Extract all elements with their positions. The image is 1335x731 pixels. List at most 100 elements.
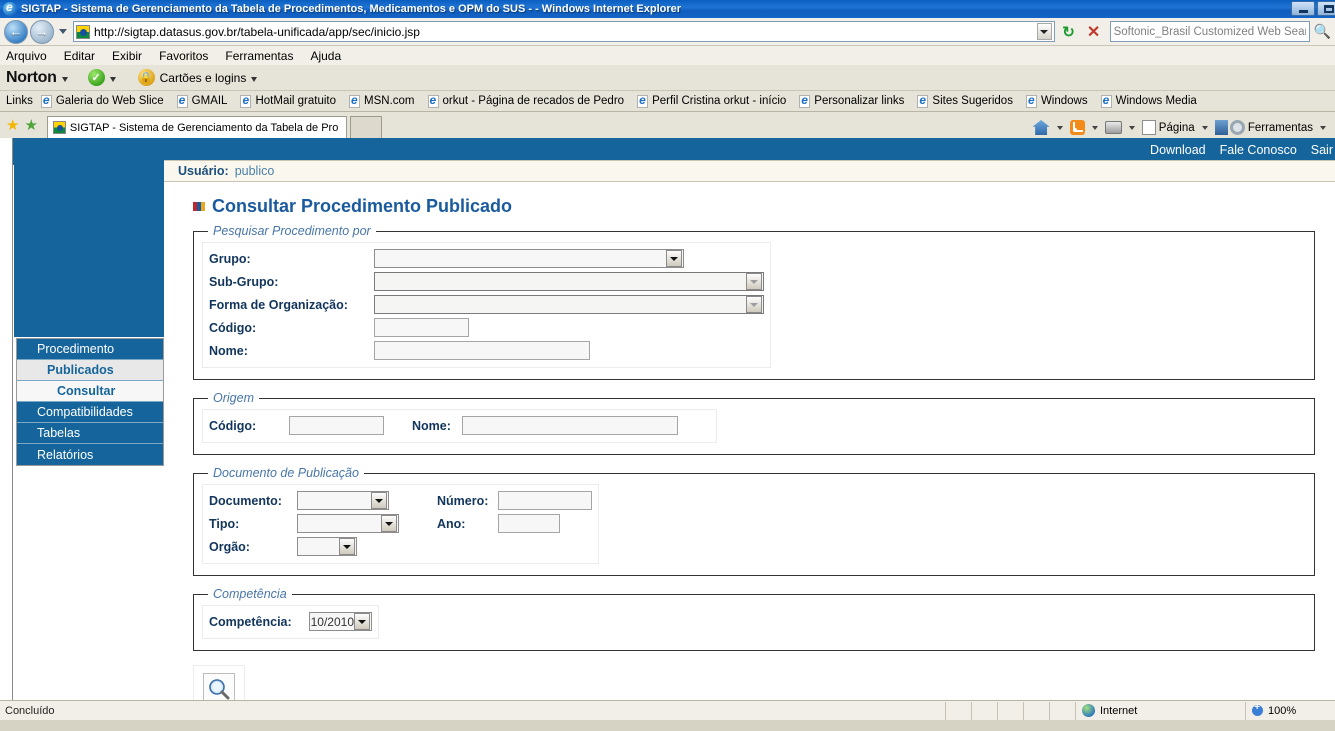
sidebar-item-publicados[interactable]: Publicados <box>17 360 163 381</box>
zoom-control[interactable]: 100% <box>1245 701 1335 720</box>
tab-sigtap[interactable]: SIGTAP - Sistema de Gerenciamento da Tab… <box>46 116 347 138</box>
site-favicon-icon <box>76 24 90 39</box>
tools-chevron-down-icon[interactable] <box>1320 125 1326 130</box>
gear-icon[interactable]: Ferramentas <box>1229 120 1313 135</box>
origem-nome-input[interactable] <box>462 416 678 435</box>
sidebar-item-consultar[interactable]: Consultar <box>17 381 163 402</box>
forma-organizacao-select[interactable] <box>374 295 764 314</box>
norton-toolbar: Norton ✓ 🔒 Cartões e logins <box>0 65 1335 91</box>
sidebar-background <box>14 138 164 337</box>
user-value: publico <box>234 164 275 178</box>
link-windows[interactable]: Windows <box>1025 93 1088 108</box>
title-marker-icon <box>193 202 205 211</box>
link-galeria-web-slice[interactable]: Galeria do Web Slice <box>40 93 164 108</box>
page-menu-button[interactable]: Página <box>1141 120 1195 135</box>
links-bar: Links Galeria do Web Slice GMAIL HotMail… <box>0 91 1335 112</box>
star-icon[interactable]: ★ <box>6 116 19 134</box>
status-cell <box>1049 701 1075 720</box>
menu-item-arquivo[interactable]: Arquivo <box>6 49 47 63</box>
chevron-down-icon[interactable] <box>381 515 397 532</box>
status-cell <box>1023 701 1049 720</box>
norton-logo[interactable]: Norton <box>6 69 57 87</box>
print-icon[interactable] <box>1104 121 1122 134</box>
documento-publicacao-inner: Documento: Número: Tipo: Ano: Orgão: <box>202 484 600 564</box>
search-icon[interactable]: 🔍 <box>1314 23 1331 40</box>
chevron-down-icon[interactable] <box>354 613 370 630</box>
chevron-down-icon[interactable] <box>339 538 355 555</box>
forward-arrow-icon[interactable]: → <box>30 19 54 44</box>
codigo-input[interactable] <box>374 318 469 337</box>
rss-chevron-down-icon[interactable] <box>1091 125 1098 130</box>
status-bar-right: Internet 100% <box>945 701 1335 720</box>
print-chevron-down-icon[interactable] <box>1128 125 1135 130</box>
documento-publicacao-legend: Documento de Publicação <box>208 466 364 480</box>
link-windows-media[interactable]: Windows Media <box>1100 93 1197 108</box>
menu-item-favoritos[interactable]: Favoritos <box>159 49 208 63</box>
ano-input[interactable] <box>498 514 561 533</box>
new-tab-button[interactable] <box>349 116 382 138</box>
url-input[interactable]: http://sigtap.datasus.gov.br/tabela-unif… <box>73 21 1055 42</box>
menu-item-ferramentas[interactable]: Ferramentas <box>225 49 293 63</box>
documento-select[interactable] <box>297 491 389 510</box>
origem-codigo-input[interactable] <box>289 416 384 435</box>
link-sites-sugeridos[interactable]: Sites Sugeridos <box>917 93 1013 108</box>
grupo-select[interactable] <box>374 249 684 268</box>
menu-item-exibir[interactable]: Exibir <box>112 49 142 63</box>
home-icon[interactable] <box>1032 120 1050 135</box>
site-favicon-icon <box>52 121 66 134</box>
safety-icon[interactable] <box>1214 120 1228 135</box>
chevron-down-icon[interactable] <box>746 296 762 313</box>
home-chevron-down-icon[interactable] <box>1056 125 1063 130</box>
codigo-label: Código: <box>209 320 257 335</box>
sidebar-item-label: Tabelas <box>37 426 81 440</box>
nome-input[interactable] <box>374 341 590 360</box>
green-check-icon[interactable]: ✓ <box>87 69 105 86</box>
numero-input[interactable] <box>498 491 593 510</box>
orgao-select[interactable] <box>297 537 357 556</box>
subgrupo-select[interactable] <box>374 272 764 291</box>
stop-icon[interactable]: ✕ <box>1083 21 1105 43</box>
refresh-icon[interactable]: ↻ <box>1058 21 1080 43</box>
search-button[interactable] <box>203 673 235 700</box>
chevron-down-icon[interactable] <box>746 273 762 290</box>
link-hotmail[interactable]: HotMail gratuito <box>240 93 336 108</box>
competencia-inner: Competência: 10/2010 <box>202 605 379 639</box>
page-title: Consultar Procedimento Publicado <box>212 196 513 216</box>
origem-fieldset: Origem Código: Nome: <box>193 391 1315 455</box>
main-content: Usuário: publico Consultar Procedimento … <box>164 138 1335 700</box>
security-zone[interactable]: Internet <box>1075 701 1245 720</box>
menu-item-ajuda[interactable]: Ajuda <box>310 49 341 63</box>
link-personalizar-links[interactable]: Personalizar links <box>799 93 904 108</box>
link-gmail[interactable]: GMAIL <box>176 93 227 108</box>
tipo-select[interactable] <box>297 514 399 533</box>
menu-item-editar[interactable]: Editar <box>64 49 95 63</box>
search-input[interactable]: Softonic_Brasil Customized Web Search <box>1109 21 1310 42</box>
chevron-down-icon[interactable] <box>371 492 387 509</box>
sidebar-item-procedimento[interactable]: Procedimento <box>17 339 163 360</box>
norton-chevron-down-icon[interactable] <box>61 76 68 82</box>
sidebar-item-compatibilidades[interactable]: Compatibilidades <box>17 402 163 423</box>
link-perfil-orkut[interactable]: Perfil Cristina orkut - início <box>637 93 786 108</box>
ie-page-icon <box>637 93 649 108</box>
chevron-down-icon[interactable] <box>666 250 682 267</box>
add-star-icon[interactable]: ★ <box>24 116 37 134</box>
link-msn[interactable]: MSN.com <box>349 93 415 108</box>
page-chevron-down-icon[interactable] <box>1201 125 1208 130</box>
search-button-container <box>193 665 245 700</box>
competencia-select[interactable]: 10/2010 <box>309 612 372 631</box>
maximize-button[interactable] <box>1317 1 1335 16</box>
sidebar-item-tabelas[interactable]: Tabelas <box>17 423 163 444</box>
user-bar: Usuário: publico <box>164 160 1335 182</box>
link-orkut-recados[interactable]: orkut - Página de recados de Pedro <box>427 93 624 108</box>
lock-icon[interactable]: 🔒 <box>137 69 155 86</box>
window-title-bar: SIGTAP - Sistema de Gerenciamento da Tab… <box>0 0 1335 18</box>
safe-chevron-down-icon[interactable] <box>109 76 116 82</box>
url-chevron-down-icon[interactable] <box>1036 23 1052 40</box>
minimize-button[interactable] <box>1291 1 1315 16</box>
cards-and-logins-label[interactable]: Cartões e logins <box>160 71 247 85</box>
recent-pages-chevron-down-icon[interactable] <box>59 29 67 34</box>
rss-icon[interactable] <box>1069 120 1085 135</box>
sidebar-item-relatorios[interactable]: Relatórios <box>17 444 163 465</box>
back-arrow-icon[interactable]: ← <box>4 19 28 44</box>
cards-chevron-down-icon[interactable] <box>251 76 258 82</box>
